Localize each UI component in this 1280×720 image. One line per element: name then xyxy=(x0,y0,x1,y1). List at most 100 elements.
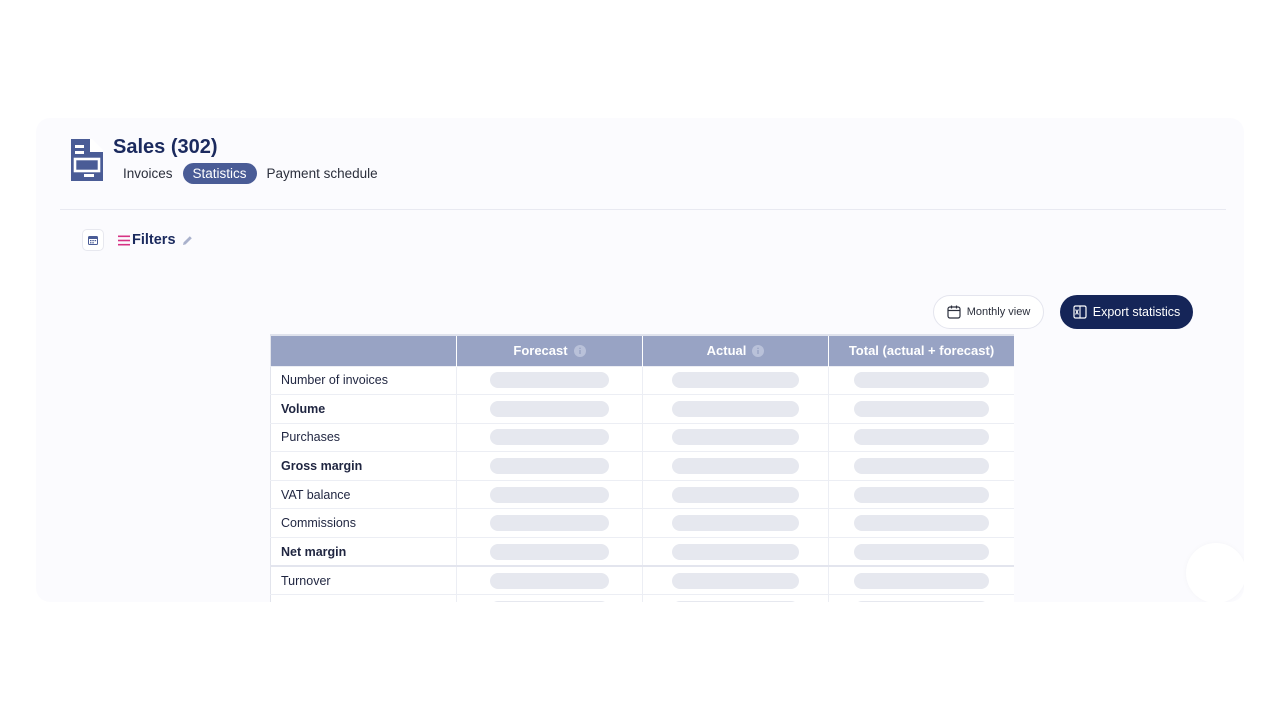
table-row: Gross margin xyxy=(270,451,1014,481)
loading-skeleton xyxy=(490,372,609,389)
loading-skeleton xyxy=(854,429,989,446)
sales-panel: Sales (302) Invoices Statistics Payment … xyxy=(36,118,1244,602)
value-cell xyxy=(642,479,829,509)
value-cell xyxy=(828,365,1014,395)
loading-skeleton xyxy=(490,572,609,589)
value-cell xyxy=(456,594,643,602)
loading-skeleton xyxy=(490,515,609,532)
value-cell xyxy=(456,508,643,538)
loading-skeleton xyxy=(490,543,609,560)
value-cell xyxy=(456,565,643,595)
loading-skeleton xyxy=(854,543,989,560)
loading-skeleton xyxy=(490,400,609,417)
value-cell xyxy=(456,394,643,424)
loading-skeleton xyxy=(490,458,609,475)
row-label xyxy=(270,594,457,602)
page-title: Sales (302) xyxy=(113,136,218,158)
table-row: Turnover xyxy=(270,565,1014,595)
value-cell xyxy=(642,394,829,424)
row-label: Number of invoices xyxy=(270,365,457,395)
tab-statistics[interactable]: Statistics xyxy=(182,163,257,184)
chat-widget-button[interactable] xyxy=(1186,543,1244,602)
value-cell xyxy=(828,394,1014,424)
loading-skeleton xyxy=(854,572,989,589)
header-text: Sales (302) Invoices Statistics Payment … xyxy=(113,136,388,184)
loading-skeleton xyxy=(672,572,799,589)
loading-skeleton xyxy=(490,486,609,503)
loading-skeleton xyxy=(672,543,799,560)
value-cell xyxy=(642,565,829,595)
loading-skeleton xyxy=(672,601,799,602)
row-label: Volume xyxy=(270,394,457,424)
filters-bar: Filters xyxy=(82,229,193,251)
value-cell xyxy=(828,451,1014,481)
table-row: Number of invoices xyxy=(270,365,1014,395)
row-label: Commissions xyxy=(270,508,457,538)
date-filter-button[interactable] xyxy=(82,229,104,251)
row-label: Turnover xyxy=(270,565,457,595)
loading-skeleton xyxy=(854,486,989,503)
monthly-view-label: Monthly view xyxy=(966,306,1031,318)
value-cell xyxy=(642,451,829,481)
loading-skeleton xyxy=(672,486,799,503)
table-row xyxy=(270,594,1014,602)
menu-lines-icon xyxy=(118,235,130,245)
value-cell xyxy=(828,565,1014,595)
export-statistics-button[interactable]: Export statistics xyxy=(1060,295,1193,329)
value-cell xyxy=(642,365,829,395)
value-cell xyxy=(456,479,643,509)
row-label: Gross margin xyxy=(270,451,457,481)
header-divider xyxy=(60,209,1226,210)
table-row: Volume xyxy=(270,394,1014,424)
table-row: Purchases xyxy=(270,422,1014,452)
tab-invoices[interactable]: Invoices xyxy=(113,163,183,184)
value-cell xyxy=(828,537,1014,567)
loading-skeleton xyxy=(854,601,989,602)
statistics-table-wrap: Forecast Actual Total (actual + forecast… xyxy=(270,334,1014,602)
value-cell xyxy=(642,422,829,452)
column-header-label: Forecast xyxy=(513,343,568,359)
loading-skeleton xyxy=(854,458,989,475)
loading-skeleton xyxy=(490,429,609,446)
loading-skeleton xyxy=(490,601,609,602)
column-header-total: Total (actual + forecast) xyxy=(828,334,1014,366)
loading-skeleton xyxy=(672,372,799,389)
value-cell xyxy=(456,422,643,452)
column-header-forecast: Forecast xyxy=(456,334,643,366)
loading-skeleton xyxy=(854,515,989,532)
column-header-label xyxy=(270,334,457,366)
value-cell xyxy=(828,508,1014,538)
table-row: Commissions xyxy=(270,508,1014,538)
row-label: Net margin xyxy=(270,537,457,567)
tab-payment-schedule[interactable]: Payment schedule xyxy=(257,163,388,184)
tab-bar: Invoices Statistics Payment schedule xyxy=(113,163,388,184)
value-cell xyxy=(828,594,1014,602)
loading-skeleton xyxy=(672,429,799,446)
loading-skeleton xyxy=(672,458,799,475)
document-icon xyxy=(71,139,103,181)
table-body: Number of invoices Volume Purchases Gross m… xyxy=(270,365,1014,602)
value-cell xyxy=(456,537,643,567)
table-row: Net margin xyxy=(270,537,1014,567)
calendar-icon xyxy=(947,305,961,319)
loading-skeleton xyxy=(854,372,989,389)
value-cell xyxy=(642,594,829,602)
filters-label: Filters xyxy=(132,232,176,248)
column-header-label: Actual xyxy=(706,343,747,359)
column-header-actual: Actual xyxy=(642,334,829,366)
statistics-table: Forecast Actual Total (actual + forecast… xyxy=(270,334,1014,602)
monthly-view-button[interactable]: Monthly view xyxy=(933,295,1044,329)
row-label: VAT balance xyxy=(270,479,457,509)
row-label: Purchases xyxy=(270,422,457,452)
info-icon[interactable] xyxy=(752,344,765,357)
value-cell xyxy=(828,422,1014,452)
value-cell xyxy=(456,365,643,395)
info-icon[interactable] xyxy=(573,344,586,357)
loading-skeleton xyxy=(672,400,799,417)
pencil-icon[interactable] xyxy=(182,235,193,246)
table-header-row: Forecast Actual Total (actual + forecast… xyxy=(270,334,1014,366)
value-cell xyxy=(642,537,829,567)
value-cell xyxy=(828,479,1014,509)
filters-button[interactable]: Filters xyxy=(118,232,193,248)
value-cell xyxy=(642,508,829,538)
